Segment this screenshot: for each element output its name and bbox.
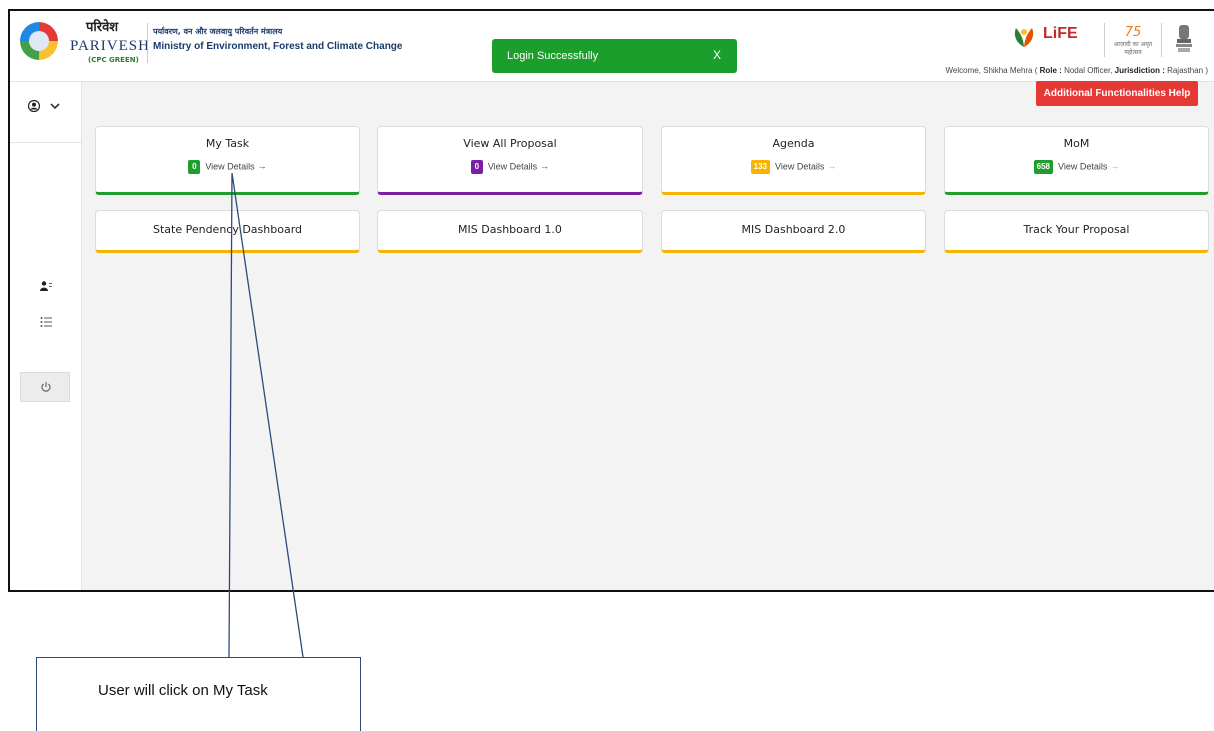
callout-pointer [228,172,304,658]
annotation-text: User will click on My Task [98,682,268,699]
annotation-callout: User will click on My Task [36,657,361,731]
